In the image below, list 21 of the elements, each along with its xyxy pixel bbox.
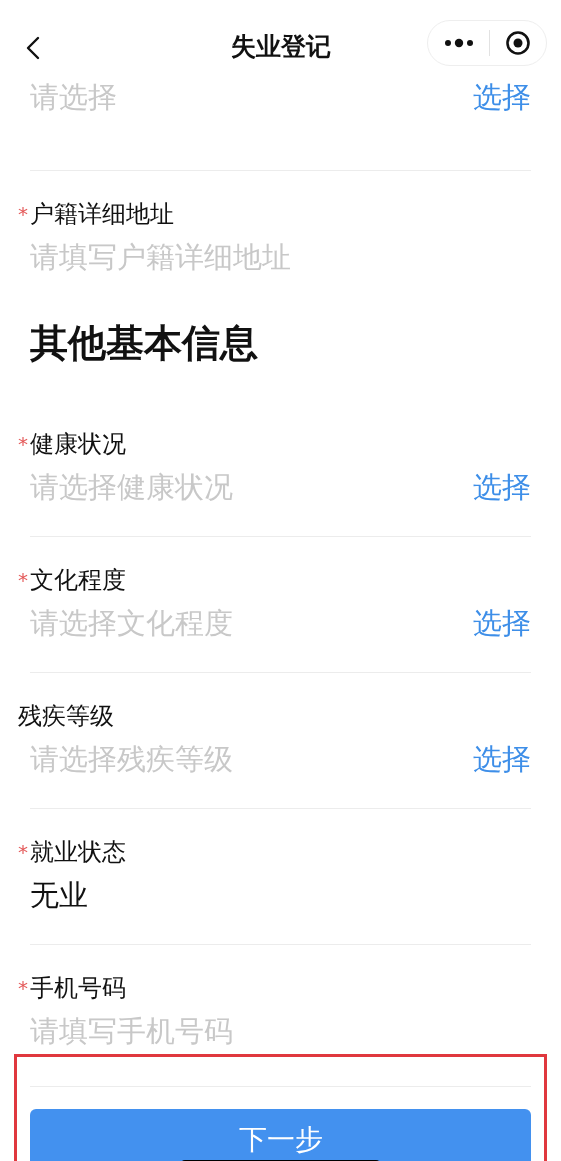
select-link[interactable]: 选择 <box>473 78 531 118</box>
field-label: 健康状况 <box>30 429 126 460</box>
select-link[interactable]: 选择 <box>473 740 531 780</box>
field-label: 文化程度 <box>30 565 126 596</box>
page-title: 失业登记 <box>230 31 331 63</box>
required-mark: * <box>18 204 29 224</box>
field-label: 手机号码 <box>30 973 126 1004</box>
required-mark: * <box>18 570 29 590</box>
required-mark: * <box>18 842 29 862</box>
select-link[interactable]: 选择 <box>473 468 531 508</box>
field-label: 残疾等级 <box>18 701 114 732</box>
field-label: 就业状态 <box>30 837 126 868</box>
select-link[interactable]: 选择 <box>473 604 531 644</box>
field-label: 户籍详细地址 <box>30 199 174 230</box>
field-value[interactable]: 无业 <box>30 876 88 916</box>
more-icon[interactable] <box>443 38 474 48</box>
required-mark: * <box>18 978 29 998</box>
required-mark: * <box>18 434 29 454</box>
back-icon[interactable] <box>26 36 40 60</box>
section-heading: 其他基本信息 <box>30 320 259 367</box>
next-button[interactable]: 下一步 <box>30 1109 531 1161</box>
